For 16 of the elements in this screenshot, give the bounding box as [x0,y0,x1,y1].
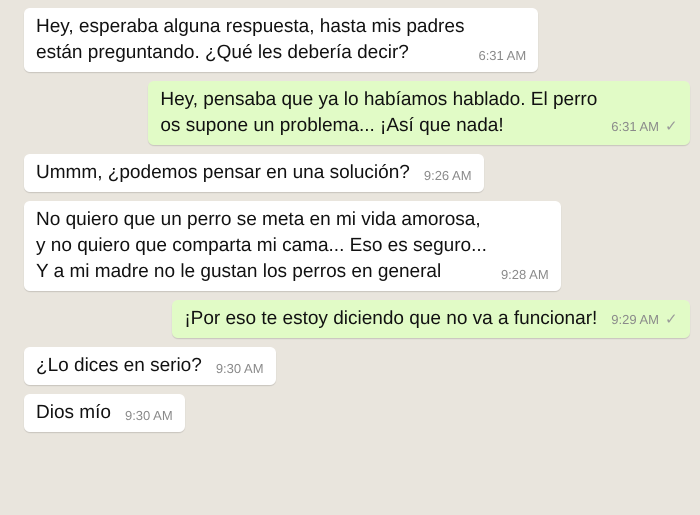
message-time: 9:29 AM [611,311,659,329]
message-text: No quiero que un perro se meta en mi vida amorosa, y no quiero que comparta mi cama... Eso es seguro... Y a mi madre no le gustan los perros en general [36,208,487,284]
message-text: ¡Por eso te estoy diciendo que no va a funcionar! [184,307,598,331]
message-text: Ummm, ¿podemos pensar en una solución? [36,161,410,185]
message-text: Hey, esperaba alguna respuesta, hasta mis padres están preguntando. ¿Qué les debería decir? [36,15,464,65]
message-time: 9:28 AM [500,266,549,284]
message-time: 9:30 AM [216,360,264,378]
message-time: 6:31 AM [611,118,659,136]
message-time: 6:31 AM [478,46,526,64]
message-text: ¿Lo dices en serio? [36,354,202,378]
message-text: Dios mío [36,401,111,425]
message-time: 9:30 AM [124,406,173,424]
sent-tick: ✓ [665,310,678,330]
message-time: 9:26 AM [424,166,472,184]
message-text: Hey, pensaba que ya lo habíamos hablado. El perro os supone un problema... ¡Así que nada! [160,88,598,138]
sent-tick: ✓ [665,116,678,136]
